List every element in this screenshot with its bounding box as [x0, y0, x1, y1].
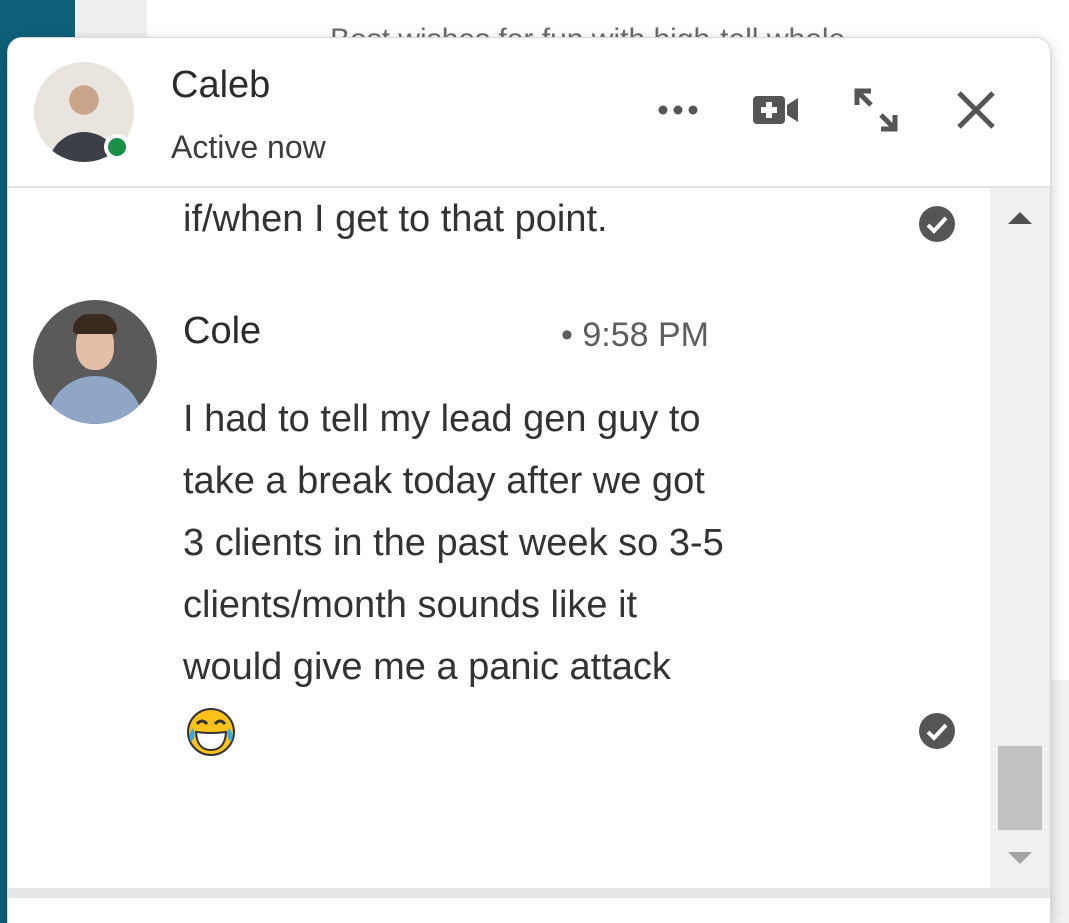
- previous-message-text: if/when I get to that point.: [183, 198, 608, 240]
- seen-check-icon: [919, 713, 955, 749]
- more-icon: [658, 105, 698, 115]
- close-button[interactable]: [944, 78, 1008, 142]
- scroll-down-button[interactable]: [990, 828, 1050, 888]
- close-icon: [957, 91, 995, 129]
- message-timestamp: • 9:58 PM: [561, 316, 709, 354]
- scroll-up-button[interactable]: [990, 188, 1050, 248]
- chat-window: Caleb Active now if/when I get to that p…: [8, 38, 1050, 923]
- sender-name[interactable]: Cole: [183, 310, 261, 353]
- background-right-edge: [1050, 680, 1069, 923]
- message-line: 3 clients in the past week so 3-5: [183, 522, 724, 564]
- message-line: take a break today after we got: [183, 460, 705, 502]
- expand-icon: [854, 88, 898, 132]
- message-text: I had to tell my lead gen guy to take a …: [183, 388, 883, 698]
- compose-divider: [8, 888, 1050, 898]
- scroll-down-arrow-icon: [1008, 852, 1032, 864]
- compose-area[interactable]: [8, 898, 1050, 923]
- seen-check-icon: [919, 206, 955, 242]
- contact-status: Active now: [171, 129, 326, 165]
- scrollbar[interactable]: [990, 188, 1050, 888]
- expand-button[interactable]: [844, 78, 908, 142]
- more-options-button[interactable]: [646, 78, 710, 142]
- laughing-tears-emoji-icon: [187, 708, 235, 756]
- scroll-up-arrow-icon: [1008, 212, 1032, 224]
- chat-header[interactable]: Caleb Active now: [8, 38, 1050, 188]
- message-line: I had to tell my lead gen guy to: [183, 398, 701, 440]
- video-call-button[interactable]: [744, 78, 808, 142]
- video-camera-icon: [753, 96, 798, 124]
- presence-indicator: [104, 134, 130, 160]
- message-line: would give me a panic attack: [183, 646, 671, 688]
- sender-avatar-body: [47, 376, 143, 424]
- message-list: if/when I get to that point. Cole • 9:58…: [8, 188, 990, 888]
- sender-avatar[interactable]: [33, 300, 157, 424]
- contact-name[interactable]: Caleb: [171, 64, 270, 107]
- message-line: clients/month sounds like it: [183, 584, 638, 626]
- sender-avatar-hair: [73, 314, 117, 334]
- scrollbar-thumb[interactable]: [998, 746, 1042, 830]
